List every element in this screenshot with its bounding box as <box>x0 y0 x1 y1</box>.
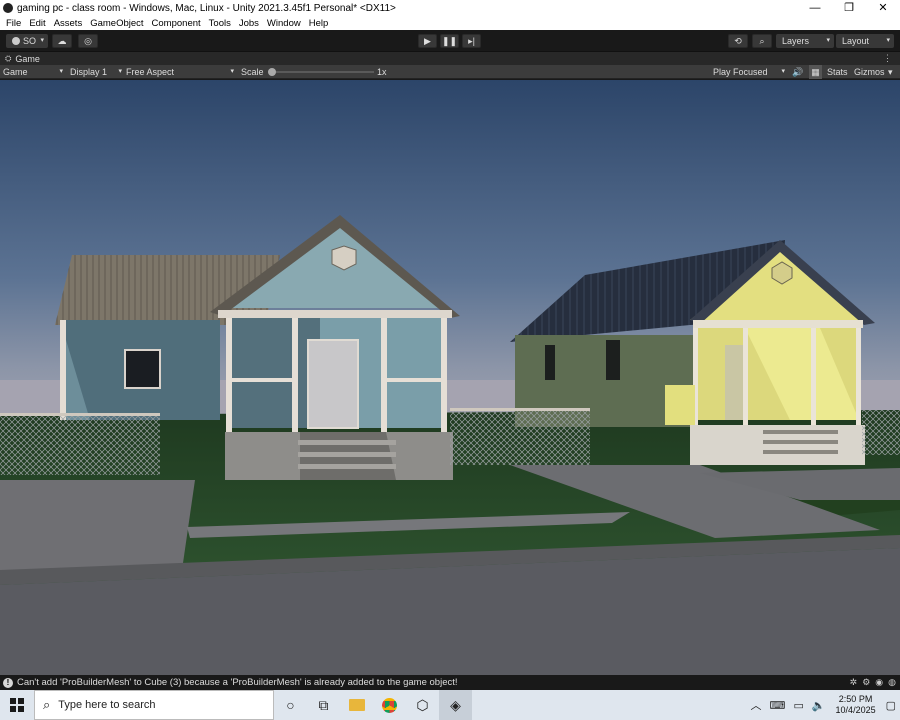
file-explorer-icon[interactable] <box>340 690 373 720</box>
mute-audio-icon[interactable]: 🔊 <box>792 65 803 79</box>
account-icon <box>12 37 20 45</box>
start-button[interactable] <box>0 690 34 720</box>
cache-server-icon[interactable]: ◍ <box>888 677 896 688</box>
clock-date: 10/4/2025 <box>835 705 876 715</box>
layers-dropdown[interactable]: Layers ▾ <box>776 34 834 48</box>
play-button[interactable]: ▶ <box>418 34 437 48</box>
aspect-label: Free Aspect <box>126 67 175 77</box>
chrome-icon[interactable] <box>373 690 406 720</box>
show-hidden-icons-icon[interactable]: ︿ <box>751 697 762 713</box>
maximize-button[interactable]: ❐ <box>832 0 866 16</box>
main-toolbar: SO ▾ ☁ ◎ ▶ ❚❚ ▸| ⟲ ⌕ Layers ▾ Layout ▾ <box>0 30 900 52</box>
menu-window[interactable]: Window <box>263 18 305 29</box>
volume-icon[interactable]: 🔈 <box>812 699 826 712</box>
game-view-toolbar: Game ▾ Display 1 ▾ Free Aspect ▾ Scale 1x P… <box>0 65 900 79</box>
tab-game[interactable]: Game <box>15 54 40 64</box>
step-button[interactable]: ▸| <box>462 34 481 48</box>
history-button[interactable]: ⟲ <box>728 34 748 48</box>
game-mode-dropdown[interactable]: Game ▾ <box>3 65 63 79</box>
search-button[interactable]: ⌕ <box>752 34 772 48</box>
cloud-button[interactable]: ☁ <box>52 34 72 48</box>
account-label: SO <box>23 36 37 46</box>
game-tab-header: ⛭ Game ⋮ <box>0 52 900 65</box>
scale-label: Scale <box>241 67 264 77</box>
game-mode-label: Game <box>3 67 28 77</box>
system-tray: ︿ ⌨ ▭ 🔈 2:50 PM 10/4/2025 ▢ <box>747 690 900 720</box>
notification-icon[interactable]: ◉ <box>875 677 883 688</box>
menu-help[interactable]: Help <box>305 18 333 29</box>
title-bar: gaming pc - class room - Windows, Mac, L… <box>0 0 900 16</box>
network-icon[interactable]: ⌨ <box>770 699 786 712</box>
clock-time: 2:50 PM <box>838 694 873 704</box>
search-icon: ⌕ <box>759 36 765 46</box>
game-scene <box>0 80 900 675</box>
sidewalk-left <box>0 480 195 577</box>
tab-menu-icon[interactable]: ⋮ <box>883 52 892 65</box>
gizmos-dropdown-icon[interactable]: ▾ <box>888 65 893 79</box>
step-icon: ▸| <box>468 36 475 46</box>
unity-logo-icon <box>3 3 13 13</box>
menu-tools[interactable]: Tools <box>205 18 235 29</box>
warning-icon: ! <box>3 677 13 688</box>
status-icons: ✲ ⚙ ◉ ◍ <box>850 677 896 688</box>
history-icon: ⟲ <box>734 36 742 46</box>
menu-bar: File Edit Assets GameObject Component To… <box>0 16 900 30</box>
scale-slider-track[interactable] <box>268 71 374 73</box>
menu-assets[interactable]: Assets <box>50 18 87 29</box>
notifications-icon[interactable]: ▢ <box>886 699 896 712</box>
display-dropdown[interactable]: Display 1 ▾ <box>70 65 122 79</box>
cloud-icon: ☁ <box>57 36 67 46</box>
aspect-dropdown[interactable]: Free Aspect ▾ <box>126 65 234 79</box>
display-label: Display 1 <box>70 67 108 77</box>
play-icon: ▶ <box>424 36 431 46</box>
game-view-icon: ⛭ <box>5 53 12 63</box>
unity-hub-icon[interactable]: ⬡ <box>406 690 439 720</box>
collab-icon: ◎ <box>84 36 92 46</box>
menu-edit[interactable]: Edit <box>25 18 49 29</box>
scale-slider-handle[interactable] <box>268 68 276 76</box>
pause-button[interactable]: ❚❚ <box>440 34 459 48</box>
menu-jobs[interactable]: Jobs <box>235 18 263 29</box>
play-mode-dropdown[interactable]: Play Focused ▾ <box>713 65 785 79</box>
task-view-icon[interactable]: ⧉ <box>307 690 340 720</box>
console-status-bar[interactable]: ! Can't add 'ProBuilderMesh' to Cube (3)… <box>0 675 900 690</box>
minimize-button[interactable]: — <box>798 0 832 16</box>
status-message[interactable]: Can't add 'ProBuilderMesh' to Cube (3) b… <box>17 677 458 688</box>
fence-right <box>862 410 900 455</box>
fence-left <box>0 415 160 475</box>
account-dropdown[interactable]: SO ▾ <box>6 34 48 48</box>
taskbar-search-box[interactable]: ⌕ Type here to search <box>34 690 274 720</box>
layout-label: Layout <box>842 36 870 46</box>
scale-value: 1x <box>377 67 387 77</box>
window-title: gaming pc - class room - Windows, Mac, L… <box>17 2 396 14</box>
menu-component[interactable]: Component <box>148 18 205 29</box>
pause-icon: ❚❚ <box>441 36 458 46</box>
fence-middle <box>450 410 590 465</box>
auto-generate-lighting-icon[interactable]: ✲ <box>850 677 858 688</box>
vsync-grid-icon[interactable]: ▦ <box>809 65 822 79</box>
battery-icon[interactable]: ▭ <box>793 699 803 712</box>
gizmos-button[interactable]: Gizmos <box>854 65 885 79</box>
stats-button[interactable]: Stats <box>827 65 848 79</box>
game-viewport[interactable] <box>0 80 900 675</box>
windows-taskbar: ⌕ Type here to search ○ ⧉ ⬡ ◈ ︿ ⌨ ▭ 🔈 2:… <box>0 690 900 720</box>
layers-label: Layers <box>782 36 810 46</box>
menu-file[interactable]: File <box>2 18 25 29</box>
unity-icon[interactable]: ◈ <box>439 690 472 720</box>
search-icon: ⌕ <box>43 697 51 712</box>
window-controls: — ❐ ✕ <box>798 0 900 16</box>
play-mode-label: Play Focused <box>713 67 768 77</box>
collab-button[interactable]: ◎ <box>78 34 98 48</box>
search-placeholder: Type here to search <box>58 699 156 711</box>
taskbar-clock[interactable]: 2:50 PM 10/4/2025 <box>836 694 876 716</box>
cortana-icon[interactable]: ○ <box>274 690 307 720</box>
menu-gameobject[interactable]: GameObject <box>86 18 147 29</box>
debug-mode-icon[interactable]: ⚙ <box>862 677 870 688</box>
windows-logo-icon <box>10 698 24 712</box>
layout-dropdown[interactable]: Layout ▾ <box>836 34 894 48</box>
close-button[interactable]: ✕ <box>866 0 900 16</box>
